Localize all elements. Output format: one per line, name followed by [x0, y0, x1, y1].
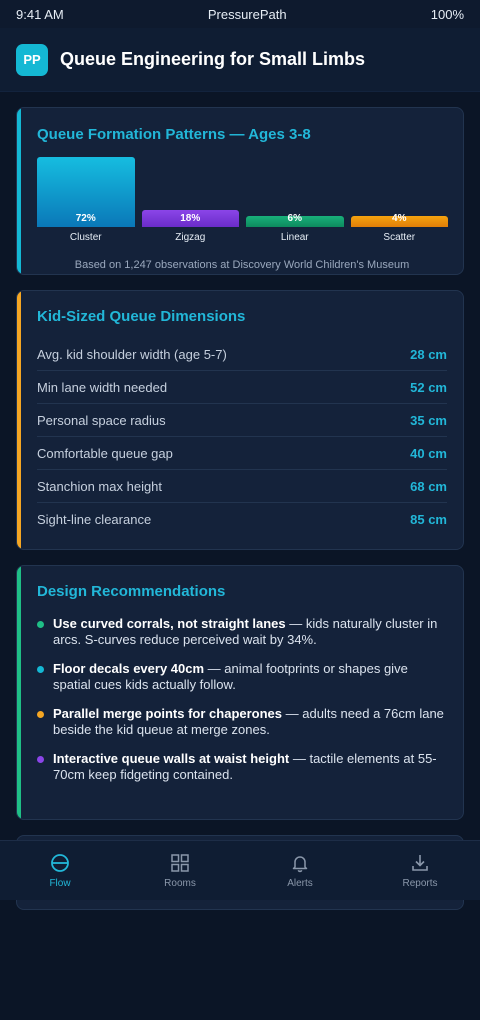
nav-item-flow[interactable]: Flow [0, 841, 120, 900]
chart-title: Queue Formation Patterns — Ages 3-8 [37, 126, 311, 143]
bar-chart: 72% 18% 6% 4% [37, 157, 448, 227]
bar-chart-labels: Cluster Zigzag Linear Scatter [37, 232, 447, 248]
recommendation-item: Interactive queue walls at waist height … [37, 751, 447, 783]
bar-zigzag: 18% [141, 209, 239, 227]
dimension-label: Comfortable queue gap [37, 445, 173, 461]
dimensions-card: Kid-Sized Queue Dimensions Avg. kid shou… [16, 290, 464, 550]
page-title: Queue Engineering for Small Limbs [60, 49, 366, 69]
recommendation-heading: Floor decals every 40cm [53, 661, 205, 676]
bell-icon [292, 856, 308, 873]
recommendation-text: Floor decals every 40cm — animal footpri… [53, 661, 447, 693]
bar-category-label: Cluster [69, 232, 102, 243]
bar-category-label: Scatter [383, 232, 416, 243]
download-icon [412, 855, 428, 871]
dimension-row: Stanchion max height 68 cm [37, 470, 447, 503]
recommendation-text: Parallel merge points for chaperones — a… [53, 706, 447, 738]
bullet-dot-icon [37, 711, 44, 718]
nav-label: Flow [49, 878, 71, 889]
card-accent [17, 566, 21, 819]
card-accent [17, 108, 21, 274]
recommendation-heading: Use curved corrals, not straight lanes [53, 616, 286, 631]
grid-icon [171, 854, 189, 872]
dimension-value: 28 cm [410, 346, 447, 362]
recommendation-item: Floor decals every 40cm — animal footpri… [37, 661, 447, 693]
nav-label: Alerts [287, 878, 313, 889]
dimension-label: Min lane width needed [37, 379, 168, 395]
dimension-label: Sight-line clearance [37, 512, 152, 527]
status-carrier: PressurePath [207, 6, 287, 22]
status-battery: 100% [430, 6, 464, 22]
card-accent [17, 291, 21, 549]
main-content: Queue Formation Patterns — Ages 3-8 72% 1… [16, 107, 464, 835]
app-header: PP Queue Engineering for Small Limbs [0, 28, 480, 92]
dimension-value: 35 cm [410, 412, 447, 428]
recommendations-card: Design Recommendations Use curved corral… [16, 565, 464, 820]
dimensions-title: Kid-Sized Queue Dimensions [37, 308, 246, 325]
bar-category-label: Zigzag [175, 232, 206, 243]
recommendation-heading: Interactive queue walls at waist height [53, 751, 290, 766]
dimension-label: Stanchion max height [37, 478, 163, 494]
dimension-value: 40 cm [410, 445, 447, 461]
recommendations-title: Design Recommendations [37, 583, 226, 600]
dimension-value: 85 cm [410, 512, 447, 527]
nav-label: Rooms [164, 878, 196, 889]
bar-cluster: 72% [37, 157, 135, 227]
bar-category-label: Linear [280, 232, 309, 243]
nav-label: Reports [402, 878, 438, 889]
bullet-dot-icon [37, 621, 44, 628]
recommendation-text: Interactive queue walls at waist height … [53, 751, 447, 783]
status-bar: 9:41 AM PressurePath 100% [0, 0, 480, 28]
dimension-row: Min lane width needed 52 cm [37, 371, 447, 404]
recommendation-item: Use curved corrals, not straight lanes —… [37, 616, 447, 648]
recommendations-list: Use curved corrals, not straight lanes —… [37, 616, 447, 783]
recommendation-text: Use curved corrals, not straight lanes —… [53, 616, 447, 648]
bar-linear: 6% [246, 213, 344, 227]
status-time: 9:41 AM [16, 6, 64, 22]
dimension-row: Personal space radius 35 cm [37, 404, 447, 437]
nav-item-alerts[interactable]: Alerts [240, 841, 360, 900]
dimension-row: Comfortable queue gap 40 cm [37, 437, 447, 470]
nav-item-reports[interactable]: Reports [360, 841, 480, 900]
recommendation-item: Parallel merge points for chaperones — a… [37, 706, 447, 738]
bullet-dot-icon [37, 666, 44, 673]
recommendation-heading: Parallel merge points for chaperones [53, 706, 283, 721]
chart-note: Based on 1,247 observations at Discovery… [74, 259, 410, 271]
queue-patterns-card: Queue Formation Patterns — Ages 3-8 72% 1… [16, 107, 464, 275]
bar-value-label: 72% [75, 213, 96, 224]
bar-scatter: 4% [350, 213, 448, 227]
bullet-dot-icon [37, 756, 44, 763]
dimension-row: Sight-line clearance 85 cm [37, 503, 447, 536]
dimension-value: 68 cm [410, 478, 447, 494]
bar-value-label: 4% [392, 213, 407, 224]
nav-item-rooms[interactable]: Rooms [120, 841, 240, 900]
bar-value-label: 6% [287, 213, 302, 224]
dimension-row: Avg. kid shoulder width (age 5-7) 28 cm [37, 338, 447, 371]
bottom-navigation: Flow Rooms Alerts Reports [0, 840, 480, 900]
dimension-label: Avg. kid shoulder width (age 5-7) [37, 346, 227, 362]
dimensions-list: Avg. kid shoulder width (age 5-7) 28 cm Mi… [37, 338, 447, 536]
dimension-value: 52 cm [410, 379, 447, 395]
flow-icon [51, 854, 69, 872]
dimension-label: Personal space radius [37, 412, 166, 428]
app-logo[interactable]: PP [16, 43, 48, 76]
bar-value-label: 18% [180, 213, 201, 224]
